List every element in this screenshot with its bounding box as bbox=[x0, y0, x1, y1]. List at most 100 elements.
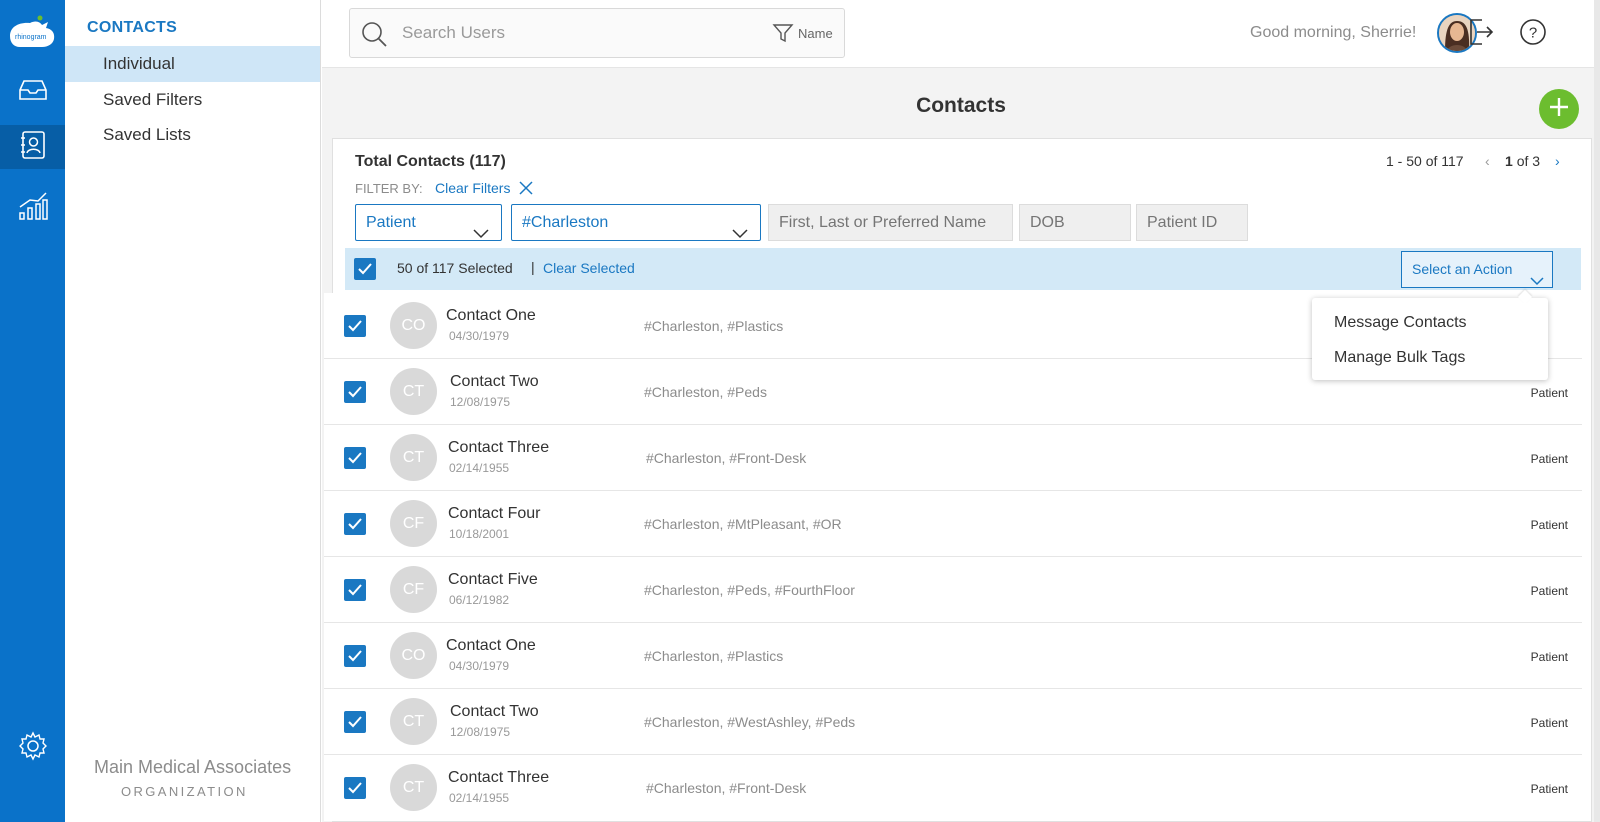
menu-item-message-contacts[interactable]: Message Contacts bbox=[1334, 314, 1467, 332]
chevron-left-icon[interactable]: ‹ bbox=[1485, 153, 1490, 169]
contact-name[interactable]: Contact Five bbox=[448, 571, 538, 589]
contact-tags: #Charleston, #Peds bbox=[644, 384, 767, 400]
avatar: CO bbox=[390, 302, 437, 349]
search-filter-label[interactable]: Name bbox=[798, 26, 833, 41]
type-filter-value: Patient bbox=[366, 214, 416, 231]
avatar: CF bbox=[390, 500, 437, 547]
logout-icon[interactable] bbox=[1468, 18, 1494, 51]
table-row[interactable]: CF Contact Five 06/12/1982 #Charleston, … bbox=[324, 557, 1582, 623]
contact-type: Patient bbox=[1530, 518, 1568, 532]
avatar: CT bbox=[390, 368, 437, 415]
contact-tags: #Charleston, #Front-Desk bbox=[646, 450, 807, 466]
organization-name: Main Medical Associates bbox=[94, 757, 292, 777]
contact-name[interactable]: Contact Two bbox=[450, 703, 539, 721]
logo-text: rhinogram bbox=[15, 34, 47, 41]
contact-name[interactable]: Contact Three bbox=[448, 769, 549, 787]
contact-dob: 04/30/1979 bbox=[449, 659, 510, 673]
sidebar-item-individual[interactable]: Individual bbox=[65, 46, 320, 82]
row-checkbox[interactable] bbox=[344, 513, 366, 535]
contact-dob: 06/12/1982 bbox=[449, 593, 510, 607]
table-row[interactable]: CT Contact Three 02/14/1955 #Charleston,… bbox=[324, 755, 1582, 821]
rhinogram-logo[interactable]: rhinogram bbox=[6, 14, 58, 52]
contact-dob: 12/08/1975 bbox=[450, 725, 511, 739]
contact-dob: 02/14/1955 bbox=[449, 461, 510, 475]
contact-type: Patient bbox=[1530, 452, 1568, 466]
search-input[interactable] bbox=[402, 9, 742, 57]
contact-name[interactable]: Contact One bbox=[446, 637, 536, 655]
table-row[interactable]: CO Contact One 04/30/1979 #Charleston, #… bbox=[324, 623, 1582, 689]
analytics-icon bbox=[18, 191, 48, 226]
chevron-down-icon bbox=[732, 217, 748, 252]
patient-id-filter-input[interactable] bbox=[1136, 204, 1248, 241]
pager-range: 1 - 50 of 117 bbox=[1386, 153, 1464, 169]
avatar: CT bbox=[390, 764, 437, 811]
contact-type: Patient bbox=[1530, 386, 1568, 400]
filter-icon[interactable] bbox=[772, 22, 794, 49]
contact-dob: 04/30/1979 bbox=[449, 329, 510, 343]
contact-type: Patient bbox=[1530, 716, 1568, 730]
select-all-checkbox[interactable] bbox=[354, 258, 376, 280]
row-checkbox[interactable] bbox=[344, 447, 366, 469]
tag-filter-value: #Charleston bbox=[522, 214, 609, 231]
clear-selected-link[interactable]: Clear Selected bbox=[543, 260, 635, 276]
rail-contacts[interactable] bbox=[0, 125, 65, 169]
row-checkbox[interactable] bbox=[344, 645, 366, 667]
contact-tags: #Charleston, #Peds, #FourthFloor bbox=[644, 582, 855, 598]
selection-separator: | bbox=[531, 259, 535, 275]
contact-name[interactable]: Contact Four bbox=[448, 505, 540, 523]
select-action-label: Select an Action bbox=[1412, 261, 1513, 277]
row-checkbox[interactable] bbox=[344, 777, 366, 799]
contact-tags: #Charleston, #MtPleasant, #OR bbox=[644, 516, 842, 532]
sidebar-item-saved-filters[interactable]: Saved Filters bbox=[65, 82, 320, 118]
contact-type: Patient bbox=[1530, 782, 1568, 796]
avatar: CF bbox=[390, 566, 437, 613]
contact-tags: #Charleston, #Plastics bbox=[644, 648, 784, 664]
top-header: Name Good morning, Sherrie! ? bbox=[322, 0, 1600, 68]
page-scrollbar[interactable] bbox=[1594, 0, 1600, 822]
contact-type: Patient bbox=[1530, 584, 1568, 598]
close-icon[interactable] bbox=[519, 181, 533, 200]
contact-type: Patient bbox=[1530, 650, 1568, 664]
row-checkbox[interactable] bbox=[344, 381, 366, 403]
clear-filters-link[interactable]: Clear Filters bbox=[435, 180, 510, 196]
tag-filter-select[interactable]: #Charleston bbox=[511, 204, 761, 241]
chevron-right-icon[interactable]: › bbox=[1555, 153, 1560, 169]
contact-dob: 02/14/1955 bbox=[449, 791, 510, 805]
filter-by-label: FILTER BY: bbox=[355, 181, 423, 196]
dob-filter-input[interactable] bbox=[1019, 204, 1131, 241]
rail-inbox[interactable] bbox=[0, 70, 65, 114]
rail-settings[interactable] bbox=[0, 726, 65, 770]
help-icon[interactable]: ? bbox=[1519, 18, 1547, 51]
contact-name[interactable]: Contact Three bbox=[448, 439, 549, 457]
inbox-icon bbox=[18, 79, 48, 106]
pager-current: 1 bbox=[1505, 153, 1513, 169]
contact-dob: 10/18/2001 bbox=[449, 527, 510, 541]
type-filter-select[interactable]: Patient bbox=[355, 204, 502, 241]
avatar: CT bbox=[390, 698, 437, 745]
search-icon bbox=[360, 20, 388, 53]
table-row[interactable]: CT Contact Three 02/14/1955 #Charleston,… bbox=[324, 425, 1582, 491]
main-content: Contacts Total Contacts (117) 1 - 50 of … bbox=[322, 68, 1600, 822]
contact-dob: 12/08/1975 bbox=[450, 395, 511, 409]
contact-name[interactable]: Contact Two bbox=[450, 373, 539, 391]
action-menu: Message Contacts Manage Bulk Tags bbox=[1312, 298, 1548, 380]
avatar: CO bbox=[390, 632, 437, 679]
contact-tags: #Charleston, #Front-Desk bbox=[646, 780, 807, 796]
table-row[interactable]: CF Contact Four 10/18/2001 #Charleston, … bbox=[324, 491, 1582, 557]
row-checkbox[interactable] bbox=[344, 315, 366, 337]
table-row[interactable]: CT Contact Two 12/08/1975 #Charleston, #… bbox=[324, 689, 1582, 755]
add-contact-button[interactable] bbox=[1539, 89, 1579, 129]
pager-total: of 3 bbox=[1516, 153, 1541, 169]
svg-text:?: ? bbox=[1529, 25, 1537, 42]
page-title: Contacts bbox=[916, 94, 1006, 117]
contact-name[interactable]: Contact One bbox=[446, 307, 536, 325]
name-filter-input[interactable] bbox=[768, 204, 1013, 241]
menu-item-manage-bulk-tags[interactable]: Manage Bulk Tags bbox=[1334, 349, 1465, 367]
select-action-dropdown[interactable]: Select an Action bbox=[1401, 251, 1553, 288]
rail-analytics[interactable] bbox=[0, 186, 65, 230]
search-box: Name bbox=[349, 8, 845, 58]
row-checkbox[interactable] bbox=[344, 579, 366, 601]
pager-page: 1 of 3 bbox=[1505, 153, 1540, 169]
sidebar-item-saved-lists[interactable]: Saved Lists bbox=[65, 117, 320, 153]
row-checkbox[interactable] bbox=[344, 711, 366, 733]
